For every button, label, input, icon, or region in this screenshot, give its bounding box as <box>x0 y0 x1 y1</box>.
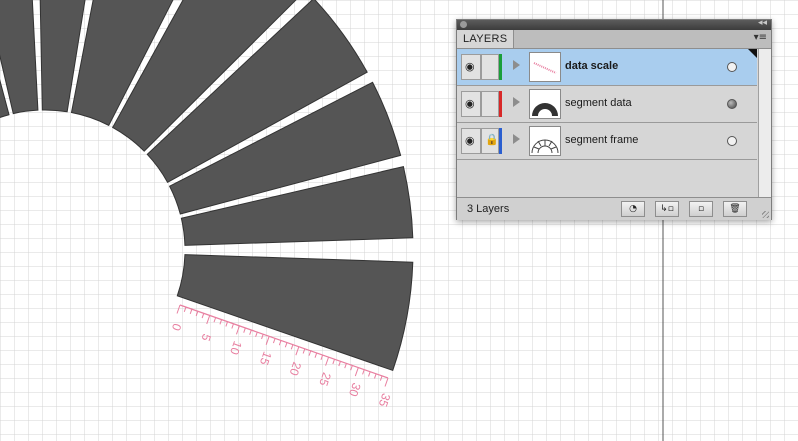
lock-icon: 🔒 <box>485 133 499 146</box>
layer-color-strip <box>499 54 502 80</box>
layer-count: 3 Layers <box>467 203 510 215</box>
expand-triangle-icon[interactable] <box>513 60 520 70</box>
layer-name[interactable]: segment frame <box>565 134 638 146</box>
expand-triangle-icon[interactable] <box>513 97 520 107</box>
new-layer-button[interactable]: ▫ <box>689 201 713 217</box>
layer-row-segment-frame[interactable]: ◉ 🔒 segment frame <box>457 123 757 160</box>
layer-name[interactable]: data scale <box>565 60 618 72</box>
target-circle-icon[interactable] <box>727 62 737 72</box>
panel-close-button[interactable] <box>460 21 467 28</box>
lock-toggle[interactable] <box>481 54 499 80</box>
eye-icon: ◉ <box>465 97 475 110</box>
eye-icon: ◉ <box>465 60 475 73</box>
selected-art-indicator <box>748 49 757 58</box>
layer-color-strip <box>499 91 502 117</box>
create-sublayer-button[interactable]: ↳▫ <box>655 201 679 217</box>
panel-collapse-icon[interactable]: ◂◂ <box>758 18 767 28</box>
visibility-toggle[interactable]: ◉ <box>461 54 481 80</box>
expand-triangle-icon[interactable] <box>513 134 520 144</box>
layer-row-data-scale[interactable]: ◉ data scale <box>457 49 757 86</box>
tab-layers[interactable]: LAYERS <box>457 30 514 48</box>
layer-thumbnail <box>529 89 561 119</box>
panel-footer: 3 Layers ◔ ↳▫ ▫ 🗑 <box>457 197 771 220</box>
layer-thumbnail <box>529 52 561 82</box>
panel-menu-icon[interactable]: ▾≡ <box>754 32 767 43</box>
lock-toggle[interactable] <box>481 91 499 117</box>
visibility-toggle[interactable]: ◉ <box>461 128 481 154</box>
resize-grip[interactable] <box>762 211 769 218</box>
delete-layer-button[interactable]: 🗑 <box>723 201 747 217</box>
layer-color-strip <box>499 128 502 154</box>
lock-toggle[interactable]: 🔒 <box>481 128 499 154</box>
target-circle-icon[interactable] <box>727 136 737 146</box>
make-clipping-mask-button[interactable]: ◔ <box>621 201 645 217</box>
visibility-toggle[interactable]: ◉ <box>461 91 481 117</box>
eye-icon: ◉ <box>465 134 475 147</box>
layer-row-segment-data[interactable]: ◉ segment data <box>457 86 757 123</box>
panel-scrollbar[interactable] <box>758 49 771 197</box>
panel-tabbar: LAYERS ▾≡ <box>457 30 771 49</box>
target-circle-icon[interactable] <box>727 99 737 109</box>
layer-name[interactable]: segment data <box>565 97 632 109</box>
panel-titlebar[interactable]: ◂◂ <box>457 18 771 30</box>
layers-panel[interactable]: ◂◂ LAYERS ▾≡ ◉ data scale ◉ segment data… <box>456 18 772 220</box>
layer-thumbnail <box>529 126 561 156</box>
